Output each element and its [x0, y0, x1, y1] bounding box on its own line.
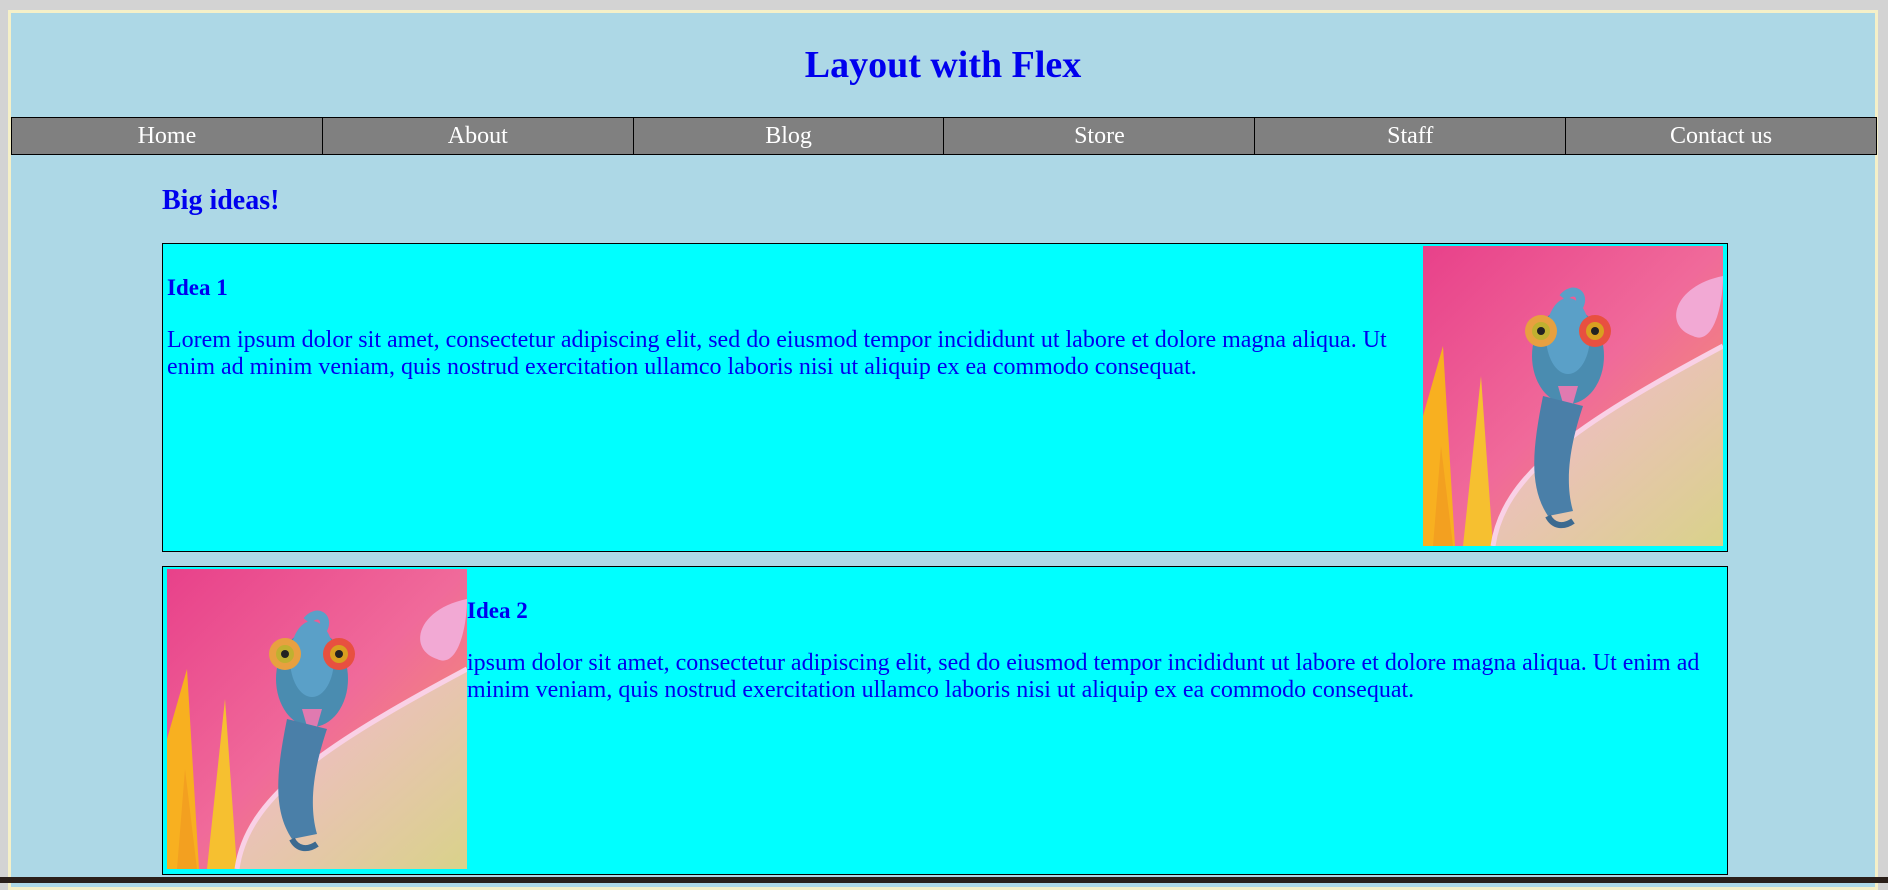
- page-container: Layout with Flex Home About Blog Store S…: [8, 10, 1878, 890]
- nav-item-about[interactable]: About: [322, 117, 634, 155]
- idea-text-2: Idea 2 ipsum dolor sit amet, consectetur…: [467, 567, 1727, 874]
- idea-title-2: Idea 2: [467, 598, 528, 623]
- nav-item-blog[interactable]: Blog: [633, 117, 945, 155]
- idea-card-1: Idea 1 Lorem ipsum dolor sit amet, conse…: [162, 243, 1728, 552]
- idea-body-2: ipsum dolor sit amet, consectetur adipis…: [467, 650, 1700, 703]
- main-nav: Home About Blog Store Staff Contact us: [11, 117, 1877, 155]
- idea-text-1: Idea 1 Lorem ipsum dolor sit amet, conse…: [163, 244, 1423, 551]
- idea-title-1: Idea 1: [167, 275, 228, 300]
- nav-item-home[interactable]: Home: [11, 117, 323, 155]
- section-heading: Big ideas!: [162, 185, 280, 216]
- taskbar-strip: [0, 877, 1888, 883]
- nav-item-staff[interactable]: Staff: [1255, 117, 1567, 155]
- idea-body-1: Lorem ipsum dolor sit amet, consectetur …: [167, 327, 1387, 380]
- nav-item-store[interactable]: Store: [944, 117, 1256, 155]
- chameleon-image-1: [1423, 246, 1723, 546]
- chameleon-image-2: [167, 569, 467, 869]
- idea-card-2: Idea 2 ipsum dolor sit amet, consectetur…: [162, 566, 1728, 875]
- nav-item-contact[interactable]: Contact us: [1566, 117, 1877, 155]
- page-title: Layout with Flex: [804, 44, 1082, 86]
